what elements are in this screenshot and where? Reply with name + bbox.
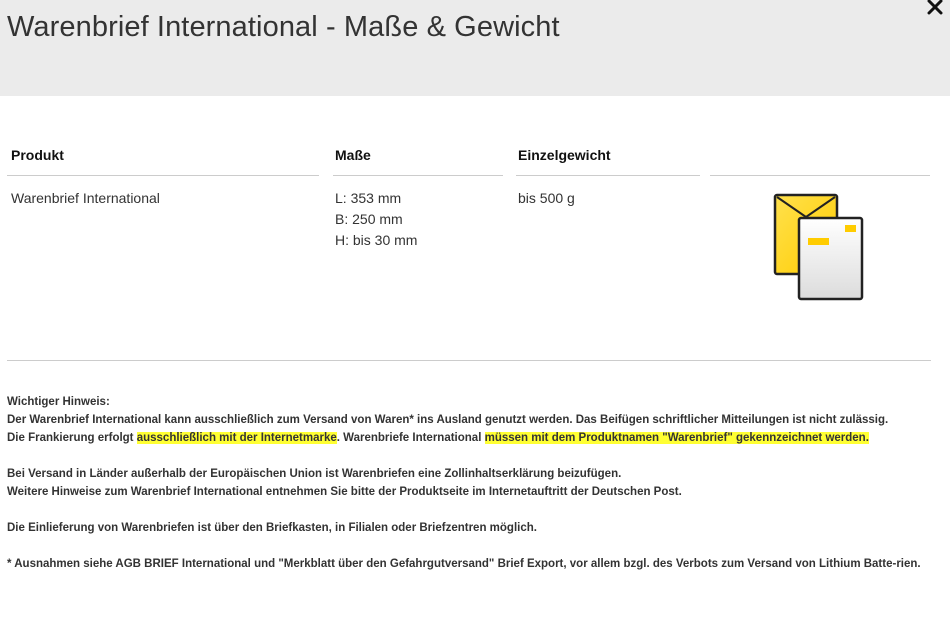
close-button[interactable] (924, 0, 946, 18)
product-column: Produkt Warenbrief International (7, 142, 319, 209)
weight-value: bis 500 g (518, 190, 575, 206)
notes-paragraph-3: Die Einlieferung von Warenbriefen ist üb… (7, 522, 537, 534)
notes-paragraph-4: * Ausnahmen siehe AGB BRIEF Internationa… (7, 558, 921, 570)
product-name: Warenbrief International (11, 190, 160, 206)
dimensions-header: Maße (333, 142, 503, 176)
weight-header: Einzelgewicht (516, 142, 700, 176)
product-header: Produkt (7, 142, 319, 176)
dialog: Warenbrief International - Maße & Gewich… (0, 0, 950, 626)
section-divider (7, 360, 931, 361)
notes-heading: Wichtiger Hinweis: (7, 396, 110, 408)
notes-line-2a: Die Frankierung erfolgt (7, 432, 137, 444)
dialog-header: Warenbrief International - Maße & Gewich… (0, 0, 950, 96)
dialog-title: Warenbrief International - Maße & Gewich… (7, 11, 560, 43)
height-value: H: bis 30 mm (335, 232, 418, 248)
important-notes: Wichtiger Hinweis: Der Warenbrief Intern… (7, 393, 932, 591)
notes-paragraph-2: Bei Versand in Länder außerhalb der Euro… (7, 465, 932, 501)
notes-further-info: Weitere Hinweise zum Warenbrief Internat… (7, 486, 682, 498)
width-value: B: 250 mm (335, 211, 403, 227)
notes-line-2b: . Warenbriefe International (336, 432, 485, 444)
dimensions-column: Maße L: 353 mm B: 250 mm H: bis 30 mm (333, 142, 503, 251)
dimensions-values: L: 353 mm B: 250 mm H: bis 30 mm (333, 176, 503, 251)
highlight-produktname: müssen mit dem Produktnamen "Warenbrief"… (484, 432, 869, 444)
close-icon (924, 0, 946, 18)
length-value: L: 353 mm (335, 190, 402, 206)
image-column (710, 142, 930, 176)
notes-paragraph-1: Wichtiger Hinweis: Der Warenbrief Intern… (7, 393, 932, 447)
envelope-product-icon (767, 193, 865, 303)
weight-column: Einzelgewicht bis 500 g (516, 142, 700, 209)
highlight-internetmarke: ausschließlich mit der Internetmarke (136, 432, 337, 444)
notes-line-1: Der Warenbrief International kann aussch… (7, 414, 889, 426)
image-header (710, 142, 930, 176)
notes-customs: Bei Versand in Länder außerhalb der Euro… (7, 468, 622, 480)
